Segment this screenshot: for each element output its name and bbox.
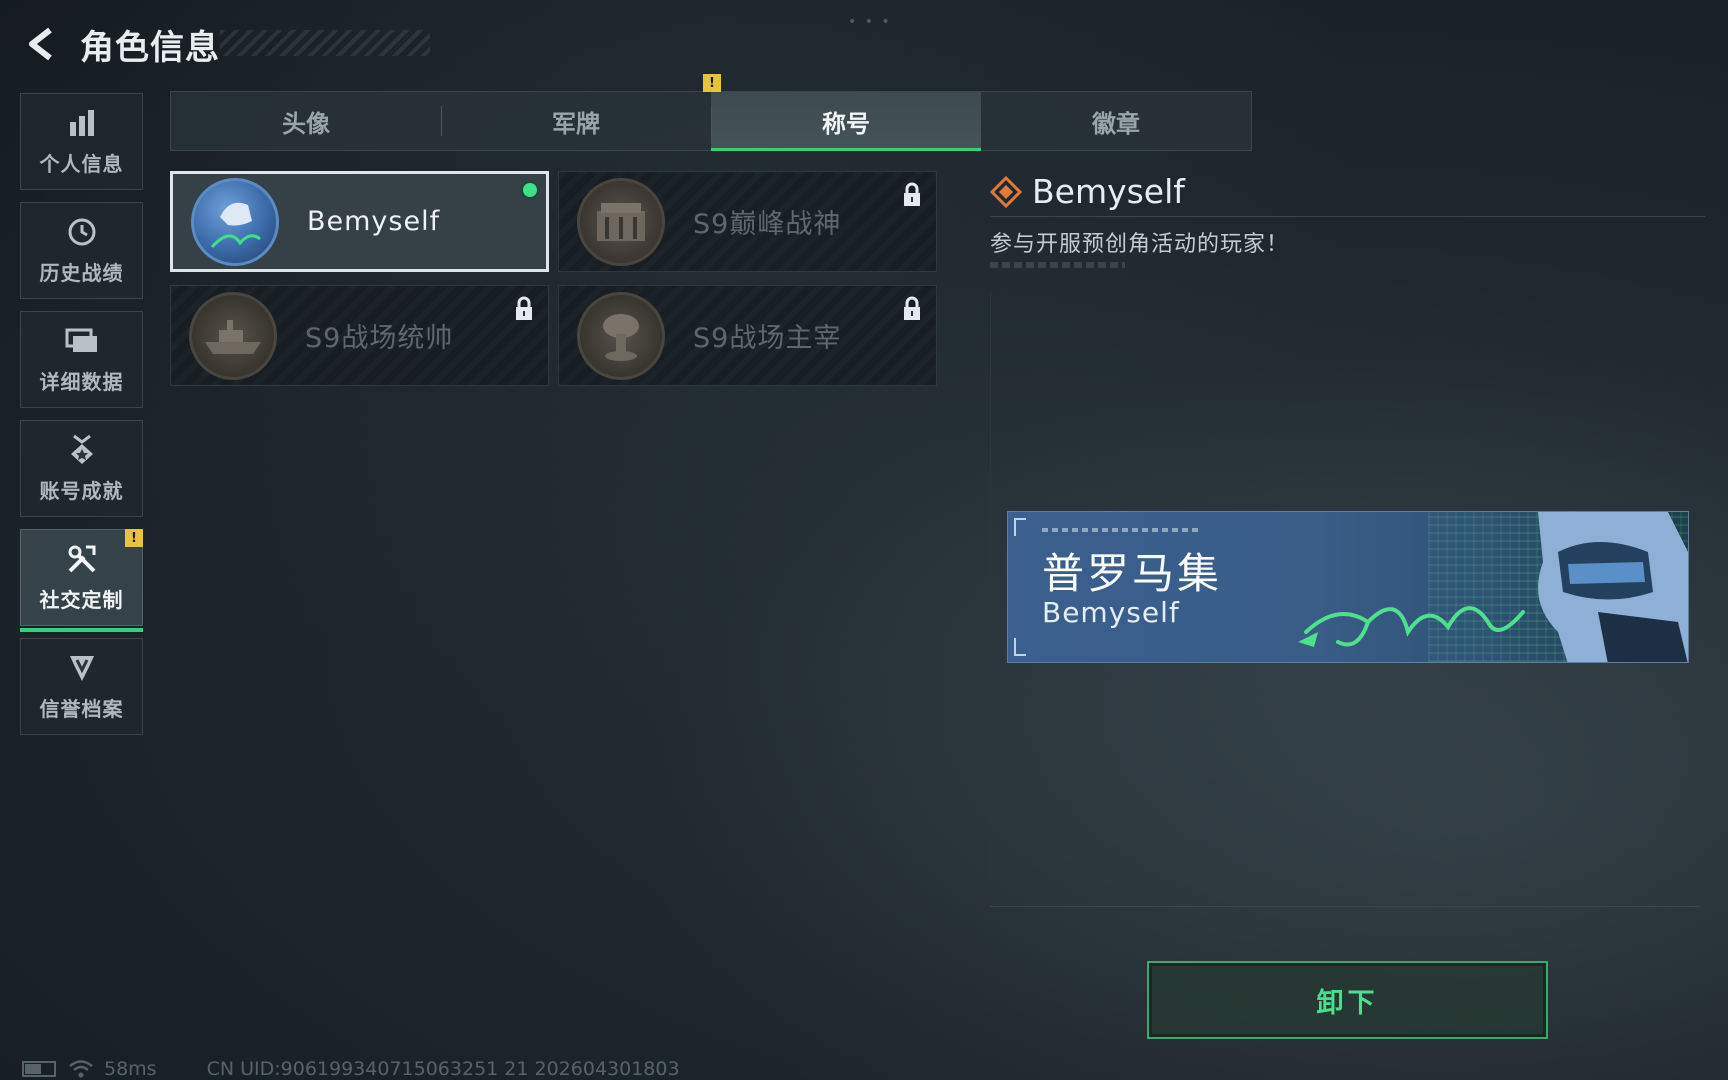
title-card-s9-dominator[interactable]: S9战场主宰 (558, 285, 937, 386)
sidebar-item-label: 信誉档案 (39, 697, 124, 721)
warning-badge: ! (703, 74, 721, 92)
tab-badge[interactable]: 徽章 (981, 92, 1251, 150)
sidebar-item-history[interactable]: 历史战绩 (20, 202, 143, 299)
signature-scribble-icon (1298, 606, 1525, 647)
lock-icon (514, 296, 534, 326)
detail-title-name: Bemyself (1032, 172, 1185, 211)
top-dots: • • • (848, 14, 892, 30)
mushroom-cloud-medal-icon (577, 291, 665, 380)
back-button[interactable] (20, 22, 64, 66)
sidebar-item-label: 详细数据 (39, 370, 124, 394)
equipped-indicator (520, 180, 540, 200)
wifi-icon (69, 1060, 93, 1078)
achievement-medal-icon (65, 433, 99, 467)
page-header: 角色信息 (20, 18, 430, 70)
battery-icon (22, 1061, 56, 1077)
sidebar-item-label: 账号成就 (39, 479, 124, 503)
banner-corner (1014, 518, 1026, 536)
tab-dog-tag[interactable]: 军牌 ! (441, 74, 721, 150)
title-diamond-icon (990, 175, 1022, 208)
title-banner-preview: 普罗马集 Bemyself (1007, 511, 1689, 663)
user-uid: CN UID:906199340715063251 21 20260430180… (206, 1058, 680, 1080)
warship-medal-icon (189, 291, 277, 380)
tab-label: 称号 (822, 109, 870, 138)
monument-medal-icon (577, 177, 665, 266)
banner-corner (1014, 638, 1026, 656)
frame-line (990, 292, 991, 882)
sidebar-item-social[interactable]: ! 社交定制 (20, 529, 143, 632)
tools-icon (65, 542, 99, 576)
title-card-bemyself[interactable]: Bemyself (170, 171, 549, 272)
sidebar-item-details[interactable]: 详细数据 (20, 311, 143, 408)
back-arrow-icon (29, 27, 52, 61)
sidebar-item-achievements[interactable]: 账号成就 (20, 420, 143, 517)
header-decoration (220, 30, 430, 56)
detail-header: Bemyself (990, 172, 1185, 211)
title-name: Bemyself (307, 206, 441, 237)
tab-label: 军牌 (552, 109, 600, 138)
detail-divider (990, 216, 1705, 217)
tab-label: 徽章 (1092, 109, 1140, 138)
frame-line (990, 906, 1700, 907)
sidebar-item-label: 社交定制 (39, 588, 124, 612)
lock-icon (902, 182, 922, 212)
folder-stack-icon (65, 324, 99, 358)
unequip-button[interactable]: 卸下 (1147, 961, 1548, 1039)
lock-icon (902, 296, 922, 326)
title-name: S9战场统帅 (305, 323, 454, 354)
ping-value: 58ms (104, 1058, 157, 1080)
sidebar-item-profile[interactable]: 个人信息 (20, 93, 143, 190)
tab-title[interactable]: 称号 (711, 92, 981, 151)
detail-decoration (990, 262, 1125, 268)
sidebar-item-credit[interactable]: 信誉档案 (20, 638, 143, 735)
bemyself-emblem-icon (191, 177, 279, 266)
status-bar: 58ms CN UID:906199340715063251 21 202604… (22, 1058, 680, 1080)
sidebar-item-label: 历史战绩 (39, 261, 124, 285)
title-name: S9巅峰战神 (693, 209, 842, 240)
history-clock-icon (65, 215, 99, 249)
banner-code-strip (1042, 528, 1202, 532)
detail-description: 参与开服预创角活动的玩家！ (990, 232, 1290, 257)
tab-avatar[interactable]: 头像 (171, 92, 441, 150)
bar-chart-icon (65, 106, 99, 140)
warning-badge: ! (125, 529, 143, 547)
title-card-s9-peak[interactable]: S9巅峰战神 (558, 171, 937, 272)
banner-title: 普罗马集 (1042, 549, 1223, 598)
unequip-label: 卸下 (1316, 987, 1379, 1019)
page-title: 角色信息 (80, 27, 220, 68)
title-name: S9战场主宰 (693, 323, 842, 354)
title-card-s9-commander[interactable]: S9战场统帅 (170, 285, 549, 386)
banner-subtitle: Bemyself (1042, 596, 1180, 629)
credit-shield-icon (65, 651, 99, 685)
tab-label: 头像 (282, 109, 330, 138)
sidebar: 个人信息 历史战绩 详细数据 账号成就 ! 社交定制 信誉档案 (20, 93, 143, 747)
sidebar-item-label: 个人信息 (39, 152, 124, 176)
category-tabs: 头像 军牌 ! 称号 徽章 (170, 74, 1252, 151)
